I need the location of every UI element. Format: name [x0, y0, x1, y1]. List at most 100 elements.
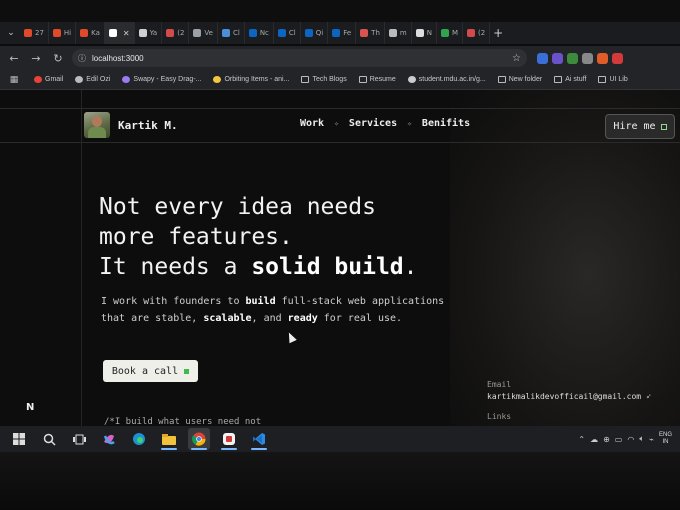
- browser-tab[interactable]: 27: [20, 22, 49, 44]
- nav-link-benefits[interactable]: Benifits: [422, 118, 470, 129]
- browser-tab[interactable]: Th: [356, 22, 385, 44]
- volume-icon[interactable]: 🔈︎: [639, 434, 644, 444]
- browser-tab[interactable]: N: [412, 22, 437, 44]
- bookmark-folder[interactable]: Tech Blogs: [301, 76, 347, 83]
- folder-icon: [497, 76, 506, 83]
- bookmarks-bar: ▦ Gmail Edil Ozi Swapy - Easy Drag-... Orbi…: [0, 70, 680, 90]
- tab-favicon-icon: [24, 29, 32, 37]
- chrome-icon[interactable]: [188, 428, 210, 450]
- bookmark-label: Edil Ozi: [86, 76, 111, 83]
- mouse-cursor-icon: [285, 330, 297, 344]
- grid-line: [81, 90, 82, 426]
- chevron-up-icon[interactable]: ⌃: [578, 435, 585, 444]
- browser-tab[interactable]: m: [385, 22, 412, 44]
- tab-favicon-icon: [360, 29, 369, 37]
- tab-favicon-icon: [80, 29, 89, 37]
- extension-icon[interactable]: [537, 52, 548, 64]
- browser-tab[interactable]: M: [437, 22, 464, 44]
- bookmark-item[interactable]: Edil Ozi: [75, 76, 110, 83]
- bookmark-favicon-icon: [213, 76, 222, 83]
- browser-tab-active[interactable]: ✕: [104, 22, 135, 44]
- close-tab-icon[interactable]: ✕: [123, 29, 130, 38]
- onedrive-icon[interactable]: ☁: [590, 435, 598, 444]
- bookmark-label: Swapy - Easy Drag-...: [133, 76, 202, 83]
- language-line-2: IN: [662, 439, 669, 445]
- browser-tab[interactable]: Ve: [189, 22, 218, 44]
- browser-tab[interactable]: (2: [463, 22, 491, 44]
- browser-tab[interactable]: (2: [162, 22, 190, 44]
- bookmark-item[interactable]: Swapy - Easy Drag-...: [122, 76, 201, 83]
- language-indicator[interactable]: ENG IN: [659, 432, 672, 446]
- app-icon[interactable]: [218, 428, 240, 450]
- browser-tab[interactable]: Fe: [328, 22, 357, 44]
- url-text: localhost:3000: [92, 53, 144, 63]
- back-icon[interactable]: ←: [6, 52, 22, 65]
- system-tray: ⌃ ☁ ⊕ ▭ ◠ 🔈︎ ⌁ ENG IN: [578, 432, 672, 446]
- address-bar[interactable]: ⓘ localhost:3000 ☆: [72, 49, 527, 67]
- reload-icon[interactable]: ↻: [50, 52, 66, 65]
- brand-name[interactable]: Kartik M.: [118, 119, 178, 132]
- tab-favicon-icon: [304, 29, 313, 37]
- folder-icon: [358, 76, 367, 83]
- task-view-icon[interactable]: [68, 428, 90, 450]
- tab-title: (2: [177, 29, 185, 37]
- grid-line: [0, 142, 680, 143]
- background-glow: [450, 90, 680, 426]
- browser-tab[interactable]: Ya: [135, 22, 163, 44]
- bookmark-item[interactable]: Gmail: [34, 76, 63, 83]
- email-link[interactable]: kartikmalikdevofficail@gmail.com ➶: [487, 392, 651, 401]
- extension-icon[interactable]: [597, 52, 608, 64]
- tab-title: Ya: [149, 29, 158, 37]
- wifi-icon[interactable]: ◠: [627, 435, 634, 444]
- bookmark-folder[interactable]: Resume: [358, 76, 396, 83]
- app-tray-icon[interactable]: ⊕: [603, 435, 610, 444]
- status-dot-icon: [184, 368, 190, 374]
- battery-icon[interactable]: ▭: [615, 435, 623, 444]
- bookmark-favicon-icon: [122, 76, 131, 83]
- apps-grid-icon[interactable]: ▦: [6, 75, 22, 85]
- bookmark-folder[interactable]: New folder: [497, 76, 542, 83]
- vscode-icon[interactable]: [248, 428, 270, 450]
- forward-icon[interactable]: →: [28, 52, 44, 65]
- language-line-1: ENG: [658, 432, 672, 438]
- tab-favicon-icon: [440, 29, 449, 37]
- windows-start-icon[interactable]: [8, 428, 30, 450]
- tab-favicon-icon: [248, 29, 257, 37]
- tab-title: Th: [371, 29, 380, 37]
- hero-heading: Not every idea needs more features. It n…: [99, 192, 418, 282]
- file-explorer-icon[interactable]: [158, 428, 180, 450]
- power-icon[interactable]: ⌁: [649, 435, 654, 444]
- bookmark-item[interactable]: Orbiting Items - ani...: [213, 76, 289, 83]
- bookmark-item[interactable]: student.mdu.ac.in/g...: [407, 76, 486, 83]
- edge-icon[interactable]: [128, 428, 150, 450]
- tab-favicon-icon: [108, 29, 117, 37]
- extension-icon[interactable]: [612, 52, 623, 64]
- avatar[interactable]: [84, 112, 110, 138]
- hero-subtitle: I work with founders to build full-stack…: [101, 293, 451, 327]
- folder-icon: [598, 76, 607, 83]
- bookmark-folder[interactable]: UI Lib: [598, 76, 628, 83]
- hire-me-button[interactable]: Hire me: [605, 114, 675, 139]
- browser-tab[interactable]: Hi: [49, 22, 77, 44]
- browser-tab[interactable]: Ka: [76, 22, 105, 44]
- browser-tab[interactable]: Nc: [245, 22, 274, 44]
- extension-icon[interactable]: [582, 52, 593, 64]
- bookmark-star-icon[interactable]: ☆: [512, 53, 521, 64]
- nav-link-services[interactable]: Services: [349, 118, 397, 129]
- browser-tab[interactable]: Cl: [274, 22, 301, 44]
- extension-icon[interactable]: [552, 52, 563, 64]
- nextjs-badge-icon[interactable]: N: [26, 402, 34, 413]
- browser-tab[interactable]: Qi: [301, 22, 329, 44]
- tab-title: Nc: [259, 29, 269, 37]
- search-icon[interactable]: [38, 428, 60, 450]
- new-tab-button[interactable]: +: [490, 26, 506, 40]
- book-a-call-button[interactable]: Book a call: [103, 360, 198, 382]
- browser-tab[interactable]: Cl: [218, 22, 245, 44]
- extension-icon[interactable]: [567, 52, 578, 64]
- nav-link-work[interactable]: Work: [300, 118, 324, 129]
- copilot-icon[interactable]: [98, 428, 120, 450]
- bookmark-folder[interactable]: Ai stuff: [554, 76, 586, 83]
- tab-search-button[interactable]: ⌄: [2, 22, 20, 44]
- sub-text: I work with founders to: [101, 296, 246, 307]
- site-info-icon[interactable]: ⓘ: [78, 53, 86, 64]
